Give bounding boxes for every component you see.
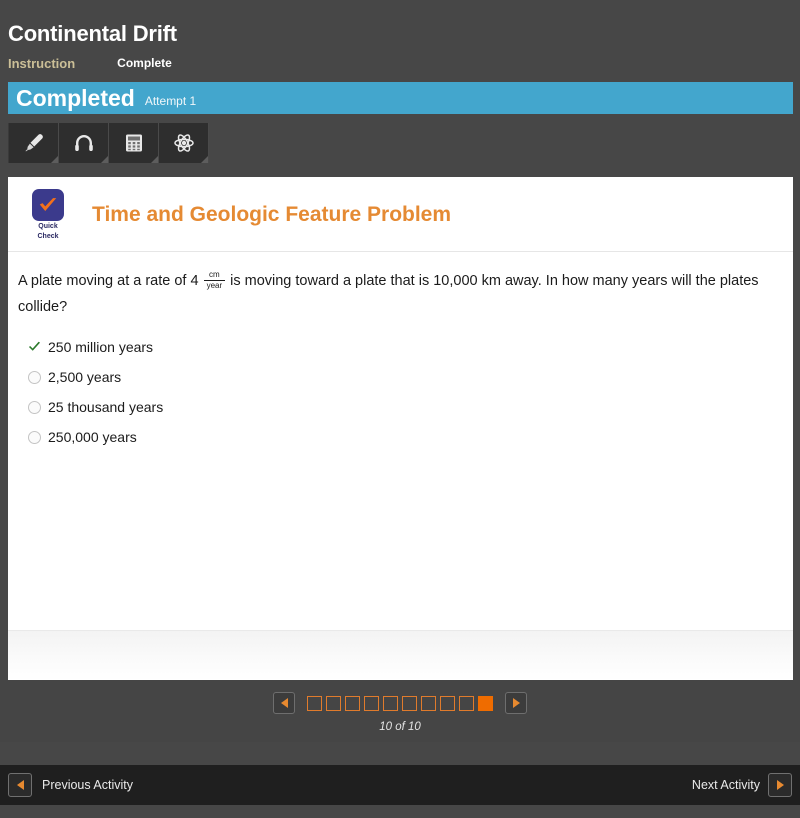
chevron-left-icon: [280, 698, 288, 708]
activity-nav-bar: Previous Activity Next Activity: [0, 765, 800, 805]
page-dot-3[interactable]: [345, 695, 360, 711]
breadcrumb-item-complete[interactable]: Complete: [117, 56, 172, 70]
fraction-denominator: year: [206, 280, 223, 290]
highlighter-icon: [22, 131, 46, 155]
answer-label-1: 250 million years: [48, 339, 154, 355]
previous-activity-arrow[interactable]: [8, 773, 32, 797]
question-text: A plate moving at a rate of 4 cm year is mo…: [18, 268, 775, 320]
page-title: Continental Drift: [8, 21, 177, 46]
activity-content-card: Quick Check Time and Geologic Feature Pr…: [8, 177, 793, 630]
calculator-icon: [122, 131, 146, 155]
page-dot-6[interactable]: [402, 695, 417, 711]
quick-check-badge: Quick Check: [28, 189, 68, 241]
arrow-left-icon: [16, 780, 24, 790]
app-header: Continental Drift Instruction Complete: [0, 0, 800, 72]
science-tool-button[interactable]: [159, 123, 209, 163]
previous-activity-button[interactable]: Previous Activity: [8, 773, 133, 797]
headphones-icon: [72, 131, 96, 155]
answer-label-2: 2,500 years: [48, 369, 122, 385]
status-banner: Completed Attempt 1: [8, 82, 793, 114]
answer-marker-2: [20, 370, 48, 384]
bottom-strip: [0, 805, 800, 818]
quick-check-label-line2: Check: [37, 233, 59, 240]
chevron-right-icon: [512, 698, 520, 708]
arrow-right-icon: [776, 780, 784, 790]
next-activity-label: Next Activity: [691, 778, 760, 792]
radio-icon-4[interactable]: [27, 430, 41, 444]
page-dot-8[interactable]: [440, 695, 455, 711]
checkmark-icon: [39, 198, 57, 211]
quick-check-icon: [32, 189, 64, 221]
problem-title: Time and Geologic Feature Problem: [92, 203, 452, 226]
answer-label-4: 250,000 years: [48, 429, 137, 445]
atom-icon: [172, 131, 196, 155]
green-checkmark-icon: [28, 341, 40, 351]
next-activity-arrow[interactable]: [768, 773, 792, 797]
answer-marker-3: [20, 400, 48, 414]
answer-marker-1: [20, 340, 48, 354]
page-dot-1[interactable]: [307, 695, 322, 711]
previous-activity-label: Previous Activity: [42, 778, 134, 792]
radio-icon-3[interactable]: [27, 400, 41, 414]
page-dot-2[interactable]: [326, 695, 341, 711]
breadcrumb-item-instruction[interactable]: Instruction: [8, 56, 75, 71]
status-badge: Completed: [16, 84, 135, 111]
tool-toolbar: [8, 123, 800, 163]
quick-check-label-line1: Quick: [38, 223, 58, 230]
page-dot-10[interactable]: [478, 695, 493, 711]
page-dot-5[interactable]: [383, 695, 398, 711]
audio-tool-button[interactable]: [59, 123, 109, 163]
answer-marker-4: [20, 430, 48, 444]
pagination-bar: 10 of 10: [0, 680, 800, 742]
content-footer-band: [8, 630, 793, 681]
question-body: A plate moving at a rate of 4 cm year is mo…: [8, 252, 793, 452]
fraction-numerator: cm: [203, 270, 226, 281]
page-dot-4[interactable]: [364, 695, 379, 711]
attempt-label: Attempt 1: [144, 94, 197, 108]
next-activity-button[interactable]: Next Activity: [692, 773, 792, 797]
page-dot-9[interactable]: [459, 695, 474, 711]
highlighter-tool-button[interactable]: [8, 123, 59, 163]
answer-label-3: 25 thousand years: [48, 399, 164, 415]
page-dot-7[interactable]: [421, 695, 436, 711]
pagination-controls: [0, 680, 800, 714]
question-part-1: A plate moving at a rate of 4: [18, 273, 199, 289]
unit-fraction: cm year: [203, 270, 226, 291]
radio-icon-2[interactable]: [27, 370, 41, 384]
pagination-prev-button[interactable]: [273, 692, 295, 714]
breadcrumb: Instruction Complete: [8, 54, 800, 72]
pagination-count: 10 of 10: [379, 721, 421, 733]
calculator-tool-button[interactable]: [109, 123, 159, 163]
answer-options: 250 million years 2,500 years 25 thousan…: [18, 332, 775, 452]
answer-option-2[interactable]: 2,500 years: [20, 362, 775, 392]
activity-header: Quick Check Time and Geologic Feature Pr…: [8, 177, 793, 252]
pagination-next-button[interactable]: [505, 692, 527, 714]
answer-option-1[interactable]: 250 million years: [20, 332, 775, 362]
answer-option-3[interactable]: 25 thousand years: [20, 392, 775, 422]
answer-option-4[interactable]: 250,000 years: [20, 422, 775, 452]
